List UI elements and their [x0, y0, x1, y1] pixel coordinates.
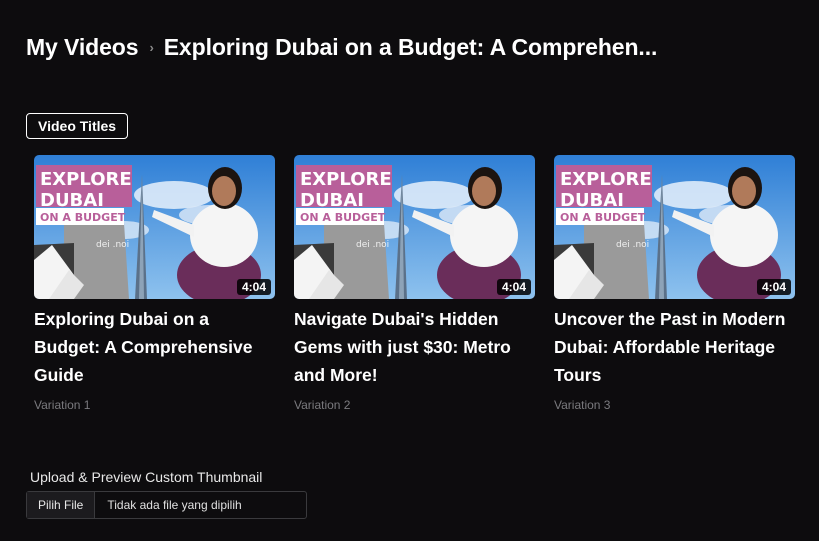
thumbnail-image: EXPLORE DUBAI ON A BUDGET dei .noi — [554, 155, 795, 299]
thumb-text-budget: ON A BUDGET — [560, 211, 646, 224]
video-thumbnail[interactable]: EXPLORE DUBAI ON A BUDGET dei .noi 4:04 — [34, 155, 275, 299]
upload-thumbnail-label: Upload & Preview Custom Thumbnail — [30, 469, 263, 485]
thumb-text-dubai: DUBAI — [40, 190, 104, 211]
chevron-right-icon: › — [149, 40, 154, 55]
thumbnail-image: EXPLORE DUBAI ON A BUDGET dei .noi — [34, 155, 275, 299]
tab-video-titles[interactable]: Video Titles — [26, 113, 129, 139]
thumb-text-explore: EXPLORE — [560, 169, 652, 190]
file-status-text: Tidak ada file yang dipilih — [107, 498, 242, 512]
thumb-text-budget: ON A BUDGET — [300, 211, 386, 224]
video-card[interactable]: EXPLORE DUBAI ON A BUDGET dei .noi 4:04 … — [294, 155, 535, 412]
breadcrumb: My Videos › Exploring Dubai on a Budget:… — [26, 34, 657, 61]
variation-label: Variation 2 — [294, 398, 351, 412]
duration-badge: 4:04 — [756, 279, 791, 295]
duration-badge: 4:04 — [236, 279, 271, 295]
duration-badge: 4:04 — [496, 279, 531, 295]
thumb-text-explore: EXPLORE — [300, 169, 392, 190]
thumb-text-budget: ON A BUDGET — [40, 211, 126, 224]
variation-label: Variation 1 — [34, 398, 91, 412]
video-title[interactable]: Exploring Dubai on a Budget: A Comprehen… — [34, 305, 275, 389]
thumb-text-explore: EXPLORE — [40, 169, 132, 190]
video-thumbnail[interactable]: EXPLORE DUBAI ON A BUDGET dei .noi 4:04 — [294, 155, 535, 299]
breadcrumb-my-videos-link[interactable]: My Videos — [26, 34, 139, 61]
thumb-logo-text: dei .noi — [616, 240, 649, 250]
thumb-text-dubai: DUBAI — [300, 190, 364, 211]
breadcrumb-current-video: Exploring Dubai on a Budget: A Comprehen… — [163, 34, 658, 60]
thumb-logo-text: dei .noi — [356, 240, 389, 250]
thumbnail-image: EXPLORE DUBAI ON A BUDGET dei .noi — [294, 155, 535, 299]
variation-label: Variation 3 — [554, 398, 611, 412]
choose-file-button[interactable]: Pilih File — [27, 492, 96, 518]
thumb-text-dubai: DUBAI — [560, 190, 624, 211]
thumb-logo-text: dei .noi — [96, 240, 129, 250]
video-title[interactable]: Uncover the Past in Modern Dubai: Afford… — [554, 305, 795, 389]
file-upload-input[interactable]: Pilih File Tidak ada file yang dipilih — [26, 491, 307, 519]
video-thumbnail[interactable]: EXPLORE DUBAI ON A BUDGET dei .noi 4:04 — [554, 155, 795, 299]
video-card[interactable]: EXPLORE DUBAI ON A BUDGET dei .noi 4:04 … — [554, 155, 795, 412]
video-title[interactable]: Navigate Dubai's Hidden Gems with just $… — [294, 305, 535, 389]
video-card[interactable]: EXPLORE DUBAI ON A BUDGET dei .noi 4:04 … — [34, 155, 275, 412]
